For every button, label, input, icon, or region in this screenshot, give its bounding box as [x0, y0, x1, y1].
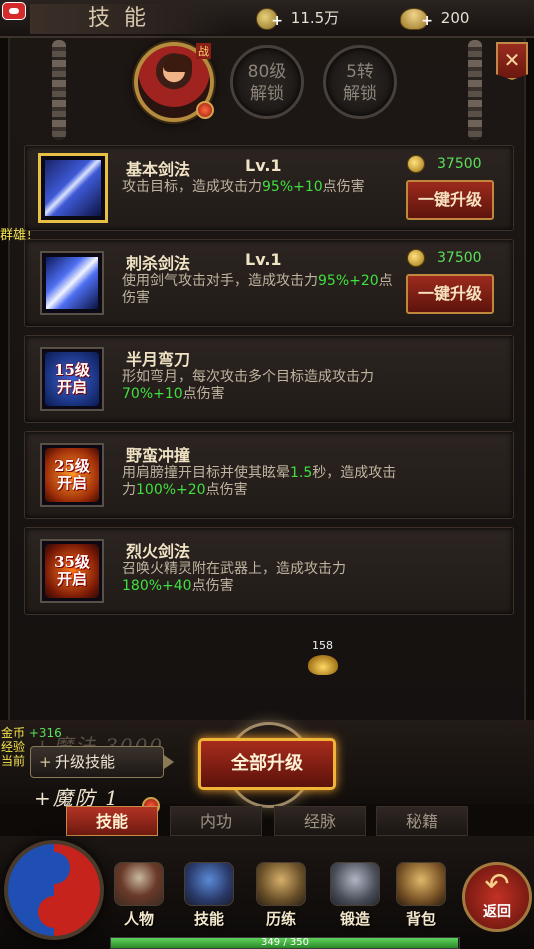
gold-currency[interactable]: + 11.5万: [256, 6, 339, 30]
skill-name: 刺杀剑法: [126, 254, 191, 273]
basic-sword-skill-icon[interactable]: [38, 153, 108, 223]
upgrade-skill-tip: 升级技能: [30, 746, 164, 778]
ingot-currency[interactable]: + 200: [400, 6, 469, 30]
person-icon: [114, 862, 164, 906]
tab-inner-power[interactable]: 内功: [170, 806, 262, 836]
gold-amount: 11.5万: [290, 9, 340, 27]
page-title: 技能: [30, 4, 230, 34]
experience-text: 349 / 350: [261, 937, 309, 948]
skill-name: 基本剑法: [126, 160, 191, 179]
nav-bag[interactable]: 背包: [390, 862, 452, 936]
tab-skill[interactable]: 技能: [66, 806, 158, 836]
tab-secret-book[interactable]: 秘籍: [376, 806, 468, 836]
gold-coin-icon: [407, 249, 425, 267]
skill-level: Lv.1: [245, 250, 282, 269]
skill-name: 烈火剑法: [126, 542, 191, 561]
skill-row-basic-sword[interactable]: 基本剑法 Lv.1 攻击目标，造成攻击力95%+10点伤害 37500 一键升级: [24, 145, 514, 231]
class-badge: 战: [196, 43, 211, 59]
nav-skill[interactable]: 技能: [178, 862, 240, 936]
one-click-upgrade-button[interactable]: 一键升级: [406, 180, 494, 220]
locked-skill-icon: 25级 开启: [45, 448, 99, 502]
tip-arrow-icon: [164, 755, 174, 769]
skill-list: 基本剑法 Lv.1 攻击目标，造成攻击力95%+10点伤害 37500 一键升级…: [24, 145, 514, 623]
locked-skill-icon: 35级 开启: [45, 544, 99, 598]
top-bar: 技能 + 11.5万 + 200: [0, 0, 534, 38]
gamepad-icon[interactable]: [2, 2, 26, 20]
skill-description: 使用剑气攻击对手，造成攻击力95%+20点伤害: [122, 273, 393, 306]
nav-forge[interactable]: 锻造: [324, 862, 386, 936]
return-arrow-icon: ↶: [484, 867, 510, 902]
tab-meridian[interactable]: 经脉: [274, 806, 366, 836]
gold-coin-icon: +: [256, 7, 283, 30]
skill-description: 形如弯月，每次攻击多个目标造成攻击力70%+10点伤害: [122, 369, 374, 402]
skill-description: 用肩膀撞开目标并使其眩晕1.5秒，造成攻击力100%+20点伤害: [122, 465, 397, 498]
nav-training[interactable]: 历练: [250, 862, 312, 936]
forge-icon: [330, 862, 380, 906]
skill-book-icon: [184, 862, 234, 906]
taiji-icon[interactable]: [4, 840, 104, 940]
rebirth-unlock-text: 5转: [346, 62, 374, 82]
return-button[interactable]: ↶ 返回: [462, 862, 532, 932]
rebirth-unlock-label: 解锁: [343, 84, 377, 104]
thrust-sword-skill-icon[interactable]: [40, 251, 104, 315]
level-unlock-slot: 80级 解锁: [230, 45, 304, 119]
savage-charge-skill-icon[interactable]: 25级 开启: [40, 443, 104, 507]
close-button[interactable]: ✕: [496, 42, 528, 80]
skill-description: 攻击目标，造成攻击力95%+10点伤害: [122, 179, 365, 195]
chain-decoration-right: [468, 40, 482, 140]
one-click-upgrade-button[interactable]: 一键升级: [406, 274, 494, 314]
train-icon: [256, 862, 306, 906]
skill-row-fire-sword[interactable]: 35级 开启 烈火剑法 召唤火精灵附在武器上，造成攻击力180%+40点伤害: [24, 527, 514, 615]
skill-name: 半月弯刀: [126, 350, 191, 369]
hero-status-dot-icon: [196, 101, 214, 119]
chain-decoration-left: [52, 40, 66, 140]
experience-bar: 349 / 350: [110, 937, 460, 949]
level-unlock-label: 解锁: [250, 84, 284, 104]
close-icon: ✕: [503, 48, 521, 72]
skill-level: Lv.1: [245, 156, 282, 175]
level-unlock-text: 80级: [247, 62, 287, 82]
ingot-amount: 200: [440, 9, 470, 27]
upgrade-cost: 37500: [407, 154, 482, 174]
skill-row-savage-charge[interactable]: 25级 开启 野蛮冲撞 用肩膀撞开目标并使其眩晕1.5秒，造成攻击力100%+20…: [24, 431, 514, 519]
drop-count: 158: [312, 639, 333, 652]
gold-coin-icon: [407, 155, 425, 173]
nav-character[interactable]: 人物: [108, 862, 170, 936]
rebirth-unlock-slot: 5转 解锁: [323, 45, 397, 119]
half-moon-skill-icon[interactable]: 15级 开启: [40, 347, 104, 411]
current-log: 当前: [1, 754, 26, 768]
ingot-icon: +: [400, 7, 433, 30]
skill-row-thrust-sword[interactable]: 刺杀剑法 Lv.1 使用剑气攻击对手，造成攻击力95%+20点伤害 37500 …: [24, 239, 514, 327]
skill-name: 野蛮冲撞: [126, 446, 191, 465]
skill-description: 召唤火精灵附在武器上，造成攻击力180%+40点伤害: [122, 561, 346, 594]
bag-icon: [396, 862, 446, 906]
upgrade-all-button[interactable]: 全部升级: [198, 738, 336, 790]
fire-sword-skill-icon[interactable]: 35级 开启: [40, 539, 104, 603]
gold-pile-icon[interactable]: [308, 655, 338, 675]
upgrade-cost: 37500: [407, 248, 482, 268]
locked-skill-icon: 15级 开启: [45, 352, 99, 406]
skill-row-half-moon[interactable]: 15级 开启 半月弯刀 形如弯月，每次攻击多个目标造成攻击力70%+10点伤害: [24, 335, 514, 423]
